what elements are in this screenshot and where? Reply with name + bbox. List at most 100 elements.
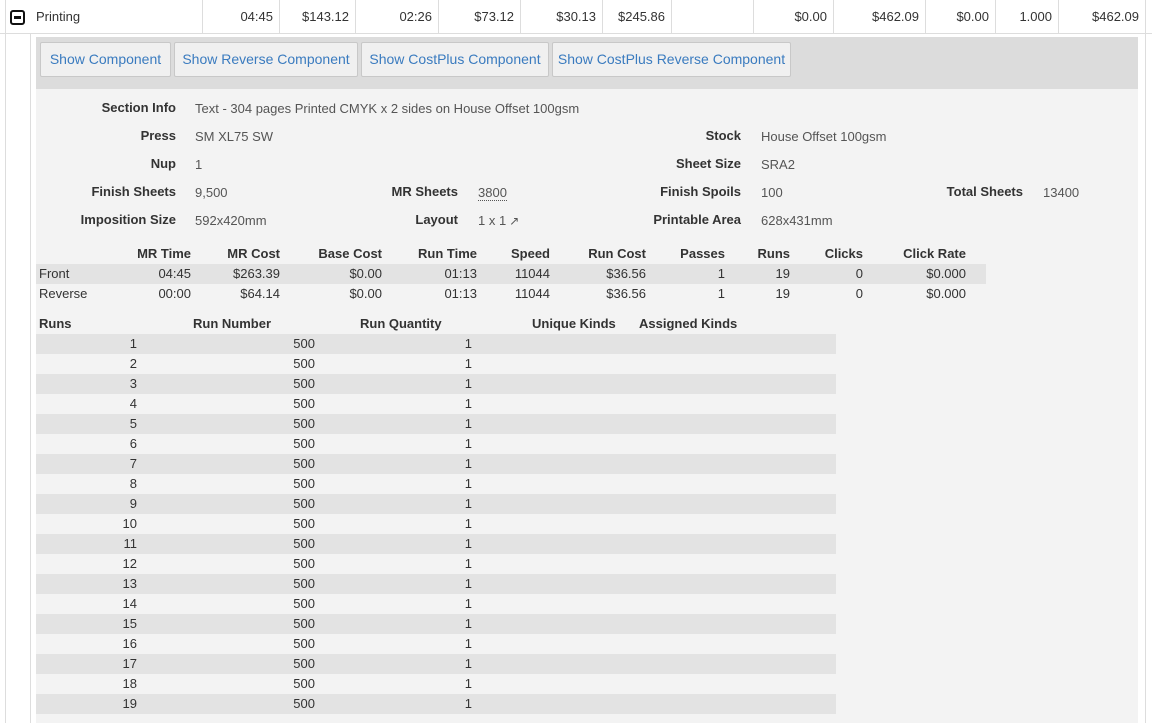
table-row bbox=[36, 434, 836, 454]
cell: 10 bbox=[122, 516, 137, 531]
summary-cell: 1.000 bbox=[995, 0, 1058, 34]
stock-label: Stock bbox=[705, 128, 741, 143]
cell: 500 bbox=[293, 676, 315, 691]
column-header: Clicks bbox=[824, 246, 863, 261]
stock-value: House Offset 100gsm bbox=[761, 129, 887, 144]
table-row bbox=[36, 394, 836, 414]
cell: 500 bbox=[293, 496, 315, 511]
section-info-label: Section Info bbox=[101, 100, 176, 115]
layout-label: Layout bbox=[415, 212, 458, 227]
cell: 1 bbox=[464, 616, 472, 631]
cell: 6 bbox=[129, 436, 137, 451]
row-side: Reverse bbox=[39, 286, 88, 301]
cell: 1 bbox=[717, 266, 725, 281]
cell: 19 bbox=[775, 266, 790, 281]
cell: 500 bbox=[293, 376, 315, 391]
collapse-icon[interactable] bbox=[10, 10, 25, 25]
cell: 500 bbox=[293, 396, 315, 411]
cell: 16 bbox=[122, 636, 137, 651]
table-row bbox=[36, 634, 836, 654]
cell: 1 bbox=[464, 456, 472, 471]
mr-sheets-label: MR Sheets bbox=[391, 184, 458, 199]
section-info-value: Text - 304 pages Printed CMYK x 2 sides … bbox=[195, 101, 580, 116]
cell: 1 bbox=[464, 556, 472, 571]
table-row bbox=[36, 534, 836, 554]
mr-sheets-value[interactable]: 3800 bbox=[478, 185, 507, 201]
cell: 1 bbox=[464, 636, 472, 651]
press-label: Press bbox=[140, 128, 176, 143]
cell: 1 bbox=[464, 596, 472, 611]
column-header: MR Cost bbox=[227, 246, 280, 261]
cell: 7 bbox=[129, 456, 137, 471]
cell: 9 bbox=[129, 496, 137, 511]
cell: 12 bbox=[122, 556, 137, 571]
cell: 1 bbox=[464, 416, 472, 431]
cell: 1 bbox=[464, 496, 472, 511]
cell: 13 bbox=[122, 576, 137, 591]
cell: 1 bbox=[464, 696, 472, 711]
sheet-size-value: SRA2 bbox=[761, 157, 795, 172]
cell: 500 bbox=[293, 436, 315, 451]
total-sheets-label: Total Sheets bbox=[946, 184, 1023, 199]
imposition-size-value: 592x420mm bbox=[195, 213, 267, 228]
cell: 1 bbox=[464, 436, 472, 451]
show-reverse-component-button[interactable]: Show Reverse Component bbox=[174, 42, 358, 77]
cell: 01:13 bbox=[444, 266, 477, 281]
cell: 8 bbox=[129, 476, 137, 491]
column-header: Click Rate bbox=[903, 246, 966, 261]
cell: 500 bbox=[293, 576, 315, 591]
cell: 0 bbox=[855, 286, 863, 301]
summary-cell: $143.12 bbox=[279, 0, 355, 34]
cell: 500 bbox=[293, 696, 315, 711]
column-header: Run Number bbox=[193, 316, 271, 331]
layout-value[interactable]: 1 x 1 ↗ bbox=[478, 213, 519, 228]
cell: 1 bbox=[717, 286, 725, 301]
finish-sheets-value: 9,500 bbox=[195, 185, 228, 200]
column-header: Run Quantity bbox=[360, 316, 442, 331]
summary-cell: 04:45 bbox=[202, 0, 279, 34]
cell: 1 bbox=[464, 396, 472, 411]
cell: 01:13 bbox=[444, 286, 477, 301]
cell: 11044 bbox=[514, 286, 550, 301]
finish-spoils-value: 100 bbox=[761, 185, 783, 200]
show-costplus-reverse-component-button[interactable]: Show CostPlus Reverse Component bbox=[552, 42, 791, 77]
divider bbox=[5, 0, 6, 723]
cell: $64.14 bbox=[240, 286, 280, 301]
printable-area-label: Printable Area bbox=[653, 212, 741, 227]
cell: $36.56 bbox=[606, 286, 646, 301]
cell: 14 bbox=[122, 596, 137, 611]
nup-value: 1 bbox=[195, 157, 203, 172]
column-header: MR Time bbox=[137, 246, 191, 261]
cell: 2 bbox=[129, 356, 137, 371]
summary-cell: $0.00 bbox=[925, 0, 995, 34]
cell: 500 bbox=[293, 556, 315, 571]
table-row bbox=[36, 614, 836, 634]
cell: $0.00 bbox=[349, 286, 382, 301]
cell: 500 bbox=[293, 596, 315, 611]
nup-label: Nup bbox=[150, 156, 176, 171]
summary-cell: $245.86 bbox=[602, 0, 671, 34]
cell: 04:45 bbox=[158, 266, 191, 281]
summary-cell: $462.09 bbox=[833, 0, 925, 34]
show-component-button[interactable]: Show Component bbox=[40, 42, 171, 77]
summary-cell: $73.12 bbox=[438, 0, 520, 34]
cell: 1 bbox=[464, 356, 472, 371]
external-link-icon[interactable]: ↗ bbox=[509, 214, 519, 228]
column-header: Base Cost bbox=[318, 246, 382, 261]
cell: 11044 bbox=[514, 266, 550, 281]
summary-row: Printing 04:45 $143.12 02:26 $73.12 $30.… bbox=[0, 0, 1152, 34]
cell: 11 bbox=[123, 536, 138, 551]
table-row bbox=[36, 674, 836, 694]
cell: $0.00 bbox=[349, 266, 382, 281]
table-row bbox=[36, 654, 836, 674]
cell: $0.000 bbox=[926, 286, 966, 301]
total-sheets-value: 13400 bbox=[1043, 185, 1080, 200]
column-header: Unique Kinds bbox=[532, 316, 616, 331]
cell: 500 bbox=[293, 416, 315, 431]
summary-cell bbox=[671, 0, 753, 34]
cell: 500 bbox=[293, 536, 315, 551]
table-row bbox=[36, 494, 836, 514]
show-costplus-component-button[interactable]: Show CostPlus Component bbox=[361, 42, 549, 77]
cell: 500 bbox=[293, 356, 315, 371]
summary-name: Printing bbox=[36, 9, 81, 24]
